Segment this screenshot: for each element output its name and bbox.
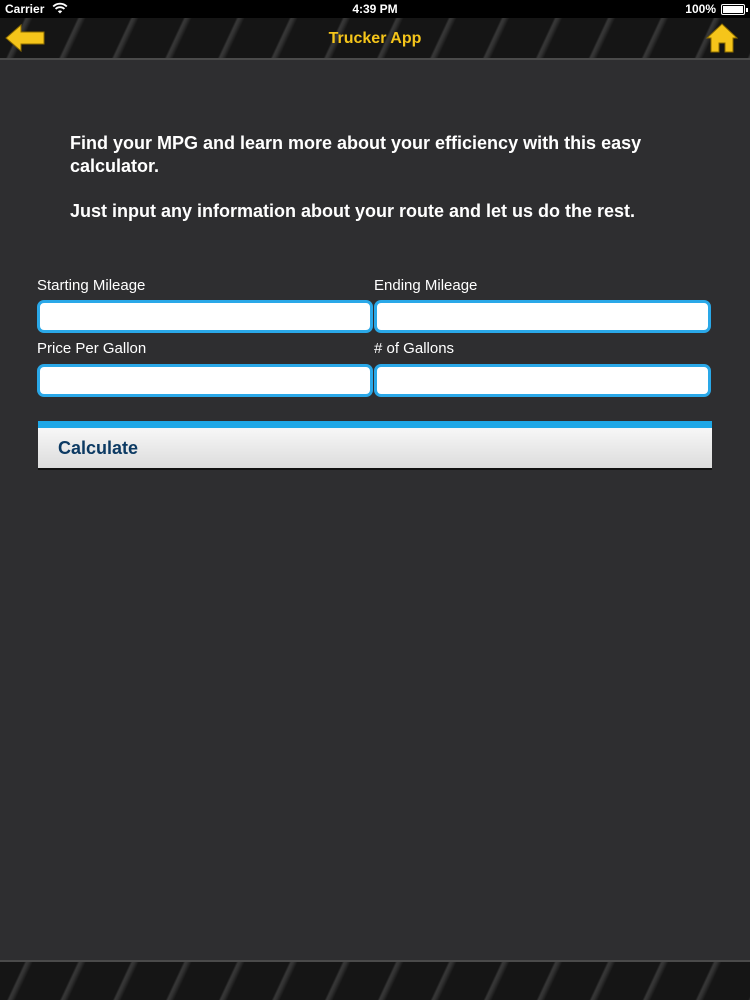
- battery-icon: [721, 4, 748, 15]
- calculate-button[interactable]: Calculate: [38, 421, 712, 470]
- battery-percent: 100%: [685, 2, 716, 16]
- nav-bar: Trucker App: [0, 18, 750, 60]
- home-icon: [705, 23, 739, 53]
- starting-mileage-label: Starting Mileage: [37, 277, 146, 294]
- calculate-label: Calculate: [58, 438, 139, 458]
- ending-mileage-input[interactable]: [374, 300, 711, 333]
- starting-mileage-input[interactable]: [37, 300, 373, 333]
- gallons-label: # of Gallons: [374, 340, 455, 357]
- ending-mileage-label: Ending Mileage: [374, 277, 478, 294]
- intro-text: Find your MPG and learn more about your …: [70, 132, 690, 223]
- price-per-gallon-label: Price Per Gallon: [37, 340, 147, 357]
- status-bar: Carrier 4:39 PM 100%: [0, 0, 750, 18]
- intro-line-2: Just input any information about your ro…: [70, 201, 636, 221]
- gallons-input[interactable]: [374, 364, 711, 397]
- bottom-bar: [0, 960, 750, 1000]
- intro-line-1: Find your MPG and learn more about your …: [70, 133, 642, 176]
- page-title: Trucker App: [328, 30, 422, 47]
- price-per-gallon-input[interactable]: [37, 364, 373, 397]
- clock: 4:39 PM: [352, 2, 398, 16]
- home-button[interactable]: [705, 22, 739, 54]
